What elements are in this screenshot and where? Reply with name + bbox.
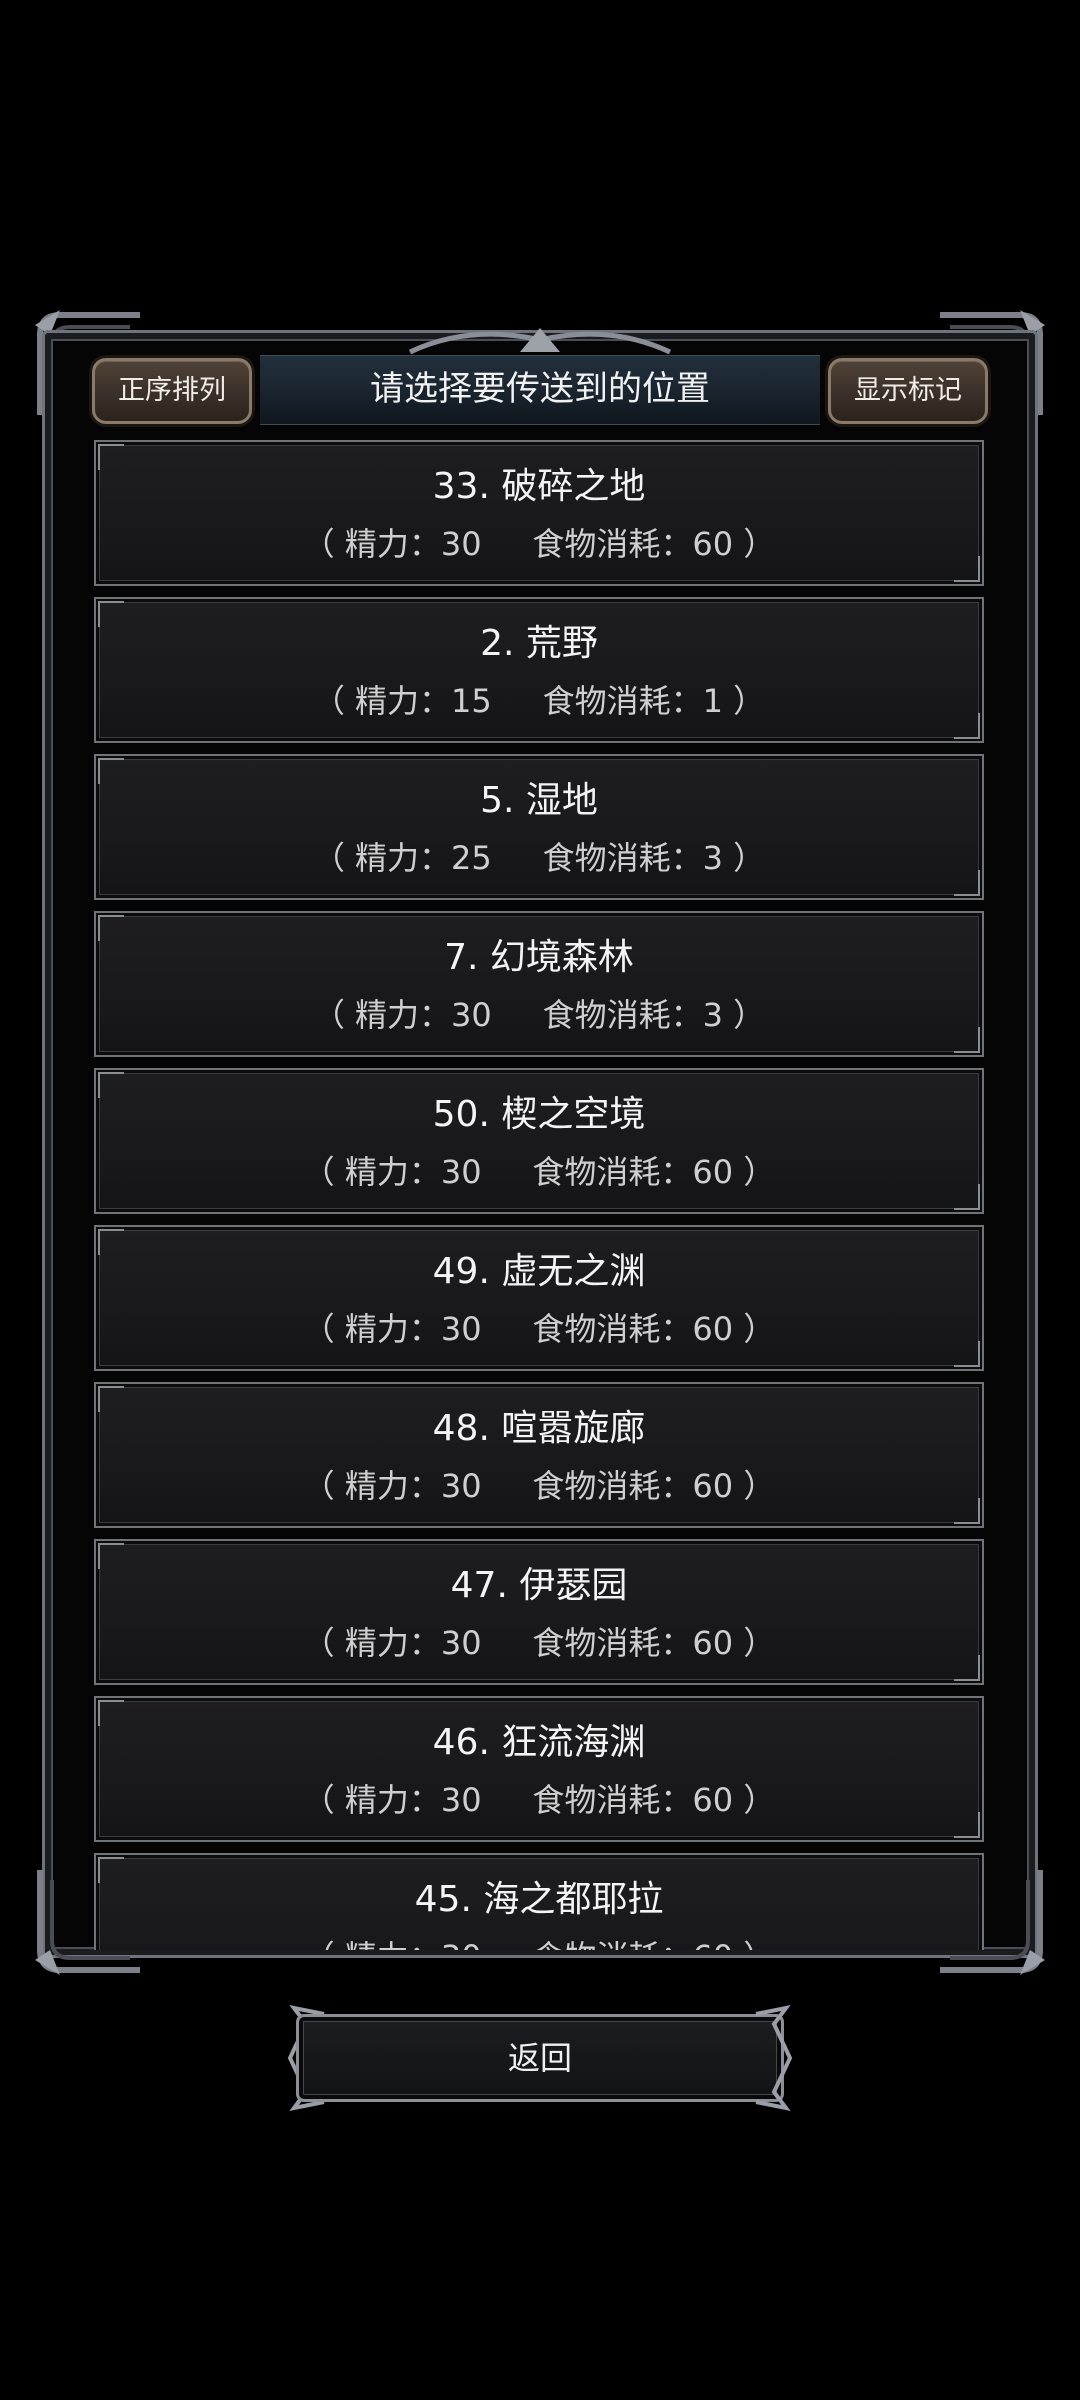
location-list[interactable]: 33. 破碎之地 （ 精力：30 食物消耗：60 ） 2. 荒野 （ 精力：15 食物… xyxy=(94,440,986,1950)
location-name: 2. 荒野 xyxy=(480,623,598,664)
sort-order-button[interactable]: 正序排列 xyxy=(92,358,252,424)
back-button[interactable]: 返回 xyxy=(296,2014,784,2102)
location-name: 48. 喧嚣旋廊 xyxy=(432,1408,646,1449)
location-cost: （ 精力：25 食物消耗：3 ） xyxy=(312,839,766,877)
location-cost: （ 精力：30 食物消耗：3 ） xyxy=(312,996,766,1034)
location-item[interactable]: 48. 喧嚣旋廊 （ 精力：30 食物消耗：60 ） xyxy=(94,1382,984,1528)
location-name: 7. 幻境森林 xyxy=(444,937,634,978)
header-ornament xyxy=(408,328,672,355)
show-marks-button[interactable]: 显示标记 xyxy=(828,358,988,424)
location-name: 49. 虚无之渊 xyxy=(432,1251,646,1292)
location-cost: （ 精力：15 食物消耗：1 ） xyxy=(312,682,766,720)
location-item[interactable]: 33. 破碎之地 （ 精力：30 食物消耗：60 ） xyxy=(94,440,984,586)
location-cost: （ 精力：30 食物消耗：60 ） xyxy=(302,1153,776,1191)
location-cost: （ 精力：30 食物消耗：60 ） xyxy=(96,1935,982,1950)
back-button-ornament xyxy=(755,2005,793,2111)
location-name: 5. 湿地 xyxy=(480,780,598,821)
page-title: 请选择要传送到的位置 xyxy=(370,369,710,409)
location-item[interactable]: 49. 虚无之渊 （ 精力：30 食物消耗：60 ） xyxy=(94,1225,984,1371)
location-cost: （ 精力：30 食物消耗：60 ） xyxy=(302,1310,776,1348)
location-name: 47. 伊瑟园 xyxy=(450,1565,628,1606)
location-cost: （ 精力：30 食物消耗：60 ） xyxy=(302,1781,776,1819)
location-item[interactable]: 46. 狂流海渊 （ 精力：30 食物消耗：60 ） xyxy=(94,1696,984,1842)
location-name: 46. 狂流海渊 xyxy=(432,1722,646,1763)
location-item[interactable]: 45. 海之都耶拉 （ 精力：30 食物消耗：60 ） xyxy=(94,1853,984,1950)
back-button-label: 返回 xyxy=(507,2039,572,2077)
location-cost: （ 精力：30 食物消耗：60 ） xyxy=(302,1467,776,1505)
location-cost: （ 精力：30 食物消耗：60 ） xyxy=(302,1624,776,1662)
location-name: 33. 破碎之地 xyxy=(432,466,646,507)
location-item[interactable]: 47. 伊瑟园 （ 精力：30 食物消耗：60 ） xyxy=(94,1539,984,1685)
location-name: 50. 楔之空境 xyxy=(432,1094,646,1135)
location-item[interactable]: 5. 湿地 （ 精力：25 食物消耗：3 ） xyxy=(94,754,984,900)
location-item[interactable]: 2. 荒野 （ 精力：15 食物消耗：1 ） xyxy=(94,597,984,743)
location-item[interactable]: 50. 楔之空境 （ 精力：30 食物消耗：60 ） xyxy=(94,1068,984,1214)
location-name: 45. 海之都耶拉 xyxy=(414,1879,664,1920)
location-cost: （ 精力：30 食物消耗：60 ） xyxy=(302,525,776,563)
location-item[interactable]: 7. 幻境森林 （ 精力：30 食物消耗：3 ） xyxy=(94,911,984,1057)
